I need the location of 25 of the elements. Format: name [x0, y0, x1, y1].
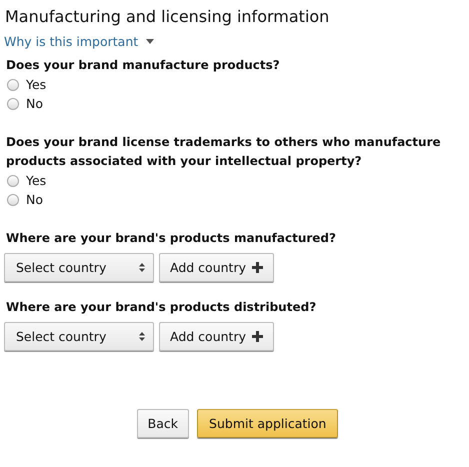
question-label: Where are your brand's products manufactured? [6, 230, 337, 247]
country-dropdown[interactable]: Select country [4, 322, 154, 351]
option-label: No [26, 192, 43, 207]
radio-button[interactable] [7, 78, 19, 90]
caret-icon [146, 39, 154, 44]
submit-button[interactable]: Submit application [197, 409, 338, 438]
option-label: Yes [26, 173, 46, 188]
add-country-button[interactable]: Add country [159, 253, 274, 282]
country-dropdown[interactable]: Select country [4, 253, 154, 282]
radio-button[interactable] [7, 98, 19, 110]
question-label: Does your brand manufacture products? [6, 57, 281, 74]
updown-arrows-icon [139, 263, 145, 272]
option-label: Yes [26, 77, 46, 92]
help-link[interactable]: Why is this important [4, 34, 154, 49]
question-label: Where are your brand's products distributed? [6, 299, 318, 316]
section-title: Manufacturing and licensing information [5, 7, 330, 26]
updown-arrows-icon [139, 332, 145, 341]
add-country-button[interactable]: Add country [159, 322, 274, 351]
radio-button[interactable] [7, 174, 19, 186]
back-button[interactable]: Back [136, 409, 190, 438]
option-label: No [26, 96, 43, 111]
radio-button[interactable] [7, 194, 19, 206]
plus-icon [252, 331, 263, 342]
plus-icon [252, 262, 263, 273]
question-label: Does your brand license trademarks to others who manufacture products associated with your intellectual property? [6, 134, 442, 170]
